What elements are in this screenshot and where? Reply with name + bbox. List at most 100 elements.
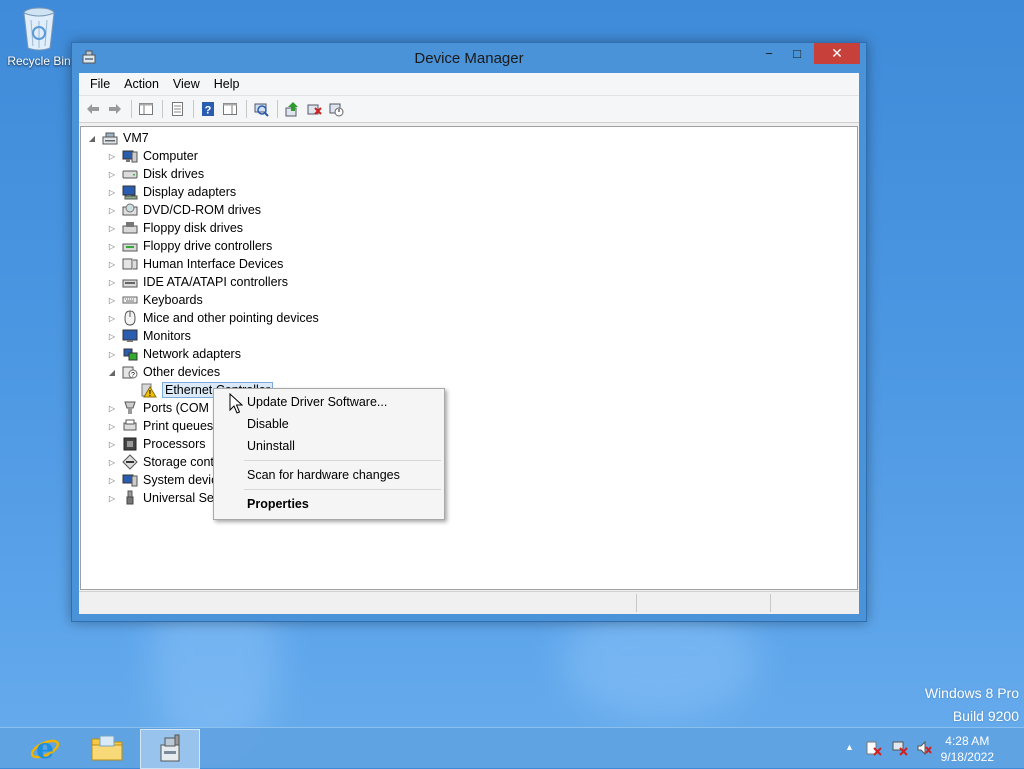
- tree-item-label: DVD/CD-ROM drives: [143, 203, 262, 217]
- recycle-bin-desktop-icon[interactable]: Recycle Bin: [6, 6, 72, 68]
- action-center-icon[interactable]: [866, 740, 882, 759]
- taskbar-file-explorer[interactable]: [78, 729, 136, 767]
- computer-icon: [102, 130, 118, 146]
- tree-item[interactable]: ◢? Other devices: [107, 363, 220, 381]
- expand-icon[interactable]: ▷: [107, 188, 117, 197]
- tree-item[interactable]: ▷ Processors: [107, 435, 206, 453]
- tree-item[interactable]: ▷ IDE ATA/ATAPI controllers: [107, 273, 288, 291]
- maximize-button[interactable]: □: [784, 43, 810, 64]
- tree-item[interactable]: ▷ Universal Seri: [107, 489, 221, 507]
- back-button[interactable]: [83, 99, 103, 119]
- menu-scan-hardware-changes-label: Scan for hardware changes: [247, 468, 400, 482]
- expand-icon[interactable]: ▷: [107, 278, 117, 287]
- keyboard-icon: [122, 292, 138, 308]
- tree-root-node[interactable]: ◢ VM7: [87, 129, 149, 147]
- tree-item[interactable]: ▷ Display adapters: [107, 183, 236, 201]
- expand-icon[interactable]: ▷: [107, 476, 117, 485]
- tree-item-label: Disk drives: [143, 167, 205, 181]
- tree-item[interactable]: ▷ Mice and other pointing devices: [107, 309, 319, 327]
- forward-button[interactable]: [105, 99, 125, 119]
- uninstall-button[interactable]: [304, 99, 324, 119]
- network-icon[interactable]: [892, 740, 908, 759]
- expand-icon[interactable]: ▷: [107, 458, 117, 467]
- minimize-icon: −: [765, 46, 773, 61]
- status-divider: [636, 594, 637, 612]
- menu-view[interactable]: View: [166, 77, 207, 91]
- menu-scan-hardware-changes[interactable]: Scan for hardware changes: [247, 468, 400, 482]
- tree-item-label: Mice and other pointing devices: [143, 311, 319, 325]
- expand-icon[interactable]: ▷: [107, 206, 117, 215]
- taskbar-internet-explorer[interactable]: e: [16, 729, 74, 767]
- expand-icon[interactable]: ▷: [107, 224, 117, 233]
- window-client-area: File Action View Help ? ◢ VM7 ▷ Computer…: [79, 73, 859, 614]
- tree-item[interactable]: ▷ Floppy drive controllers: [107, 237, 272, 255]
- toolbar: ?: [79, 95, 859, 123]
- expand-icon[interactable]: ▷: [107, 170, 117, 179]
- menu-file[interactable]: File: [83, 77, 117, 91]
- menu-update-driver-software[interactable]: Update Driver Software...: [247, 395, 387, 409]
- expand-icon[interactable]: ▷: [107, 332, 117, 341]
- expand-icon[interactable]: ▷: [107, 314, 117, 323]
- disable-button[interactable]: [326, 99, 346, 119]
- tree-item[interactable]: ▷ DVD/CD-ROM drives: [107, 201, 261, 219]
- expand-icon[interactable]: ▷: [107, 404, 117, 413]
- toolbar-separator: [193, 100, 194, 118]
- tree-item[interactable]: ▷ Human Interface Devices: [107, 255, 283, 273]
- svg-text:?: ?: [205, 105, 212, 117]
- internet-explorer-icon: e: [30, 732, 60, 764]
- taskbar: e ▲ 4:28 AM 9/18/2022: [0, 727, 1024, 769]
- disable-icon: [329, 103, 344, 117]
- tree-item[interactable]: ▷ Ports (COM &: [107, 399, 221, 417]
- tree-item[interactable]: ▷ Storage contr: [107, 453, 218, 471]
- properties-button[interactable]: [167, 99, 187, 119]
- expand-icon[interactable]: ▷: [107, 350, 117, 359]
- collapse-icon[interactable]: ◢: [87, 134, 97, 143]
- tree-item[interactable]: ▷ System devic: [107, 471, 217, 489]
- expand-icon[interactable]: ▷: [107, 260, 117, 269]
- expand-icon[interactable]: ▷: [107, 296, 117, 305]
- action-pane-icon: [223, 103, 237, 115]
- tree-item[interactable]: ▷ Disk drives: [107, 165, 204, 183]
- show-hidden-icons-button[interactable]: ▲: [845, 742, 854, 752]
- menu-action[interactable]: Action: [117, 77, 166, 91]
- show-hide-console-tree-button[interactable]: [136, 99, 156, 119]
- scan-hardware-button[interactable]: [251, 99, 271, 119]
- tree-item[interactable]: ▷ Monitors: [107, 327, 191, 345]
- tree-item[interactable]: ▷ Network adapters: [107, 345, 241, 363]
- action-pane-button[interactable]: [220, 99, 240, 119]
- monitor-icon: [122, 328, 138, 344]
- tree-item-label: Storage contr: [143, 455, 219, 469]
- forward-icon: [109, 104, 121, 114]
- minimize-button[interactable]: −: [756, 43, 782, 64]
- help-button[interactable]: ?: [198, 99, 218, 119]
- tree-item-label: Other devices: [143, 365, 221, 379]
- system-clock[interactable]: 4:28 AM 9/18/2022: [941, 733, 994, 765]
- menu-properties[interactable]: Properties: [247, 497, 309, 511]
- title-bar[interactable]: Device Manager − □ ✕: [72, 43, 866, 73]
- close-button[interactable]: ✕: [814, 43, 860, 64]
- tree-item[interactable]: ▷ Floppy disk drives: [107, 219, 243, 237]
- status-bar: [79, 591, 859, 614]
- expand-icon[interactable]: ▷: [107, 494, 117, 503]
- tree-item[interactable]: ▷ Print queues: [107, 417, 213, 435]
- disk-drive-icon: [122, 166, 138, 182]
- tree-item[interactable]: ▷ Keyboards: [107, 291, 203, 309]
- taskbar-device-manager[interactable]: [140, 729, 200, 769]
- expand-icon[interactable]: ▷: [107, 242, 117, 251]
- floppy-disk-icon: [122, 220, 138, 236]
- menu-disable[interactable]: Disable: [247, 417, 289, 431]
- svg-text:?: ?: [131, 372, 135, 379]
- collapse-icon[interactable]: ◢: [107, 368, 117, 377]
- system-devices-icon: [122, 472, 138, 488]
- update-driver-button[interactable]: [282, 99, 302, 119]
- device-manager-icon: [160, 734, 180, 762]
- show-hide-console-tree-icon: [139, 103, 153, 115]
- device-tree[interactable]: ◢ VM7 ▷ Computer ▷ Disk drives ▷ Display adap…: [80, 126, 858, 590]
- menu-help[interactable]: Help: [207, 77, 247, 91]
- menu-uninstall[interactable]: Uninstall: [247, 439, 295, 453]
- expand-icon[interactable]: ▷: [107, 152, 117, 161]
- volume-icon[interactable]: [916, 740, 932, 759]
- tree-item[interactable]: ▷ Computer: [107, 147, 198, 165]
- expand-icon[interactable]: ▷: [107, 440, 117, 449]
- expand-icon[interactable]: ▷: [107, 422, 117, 431]
